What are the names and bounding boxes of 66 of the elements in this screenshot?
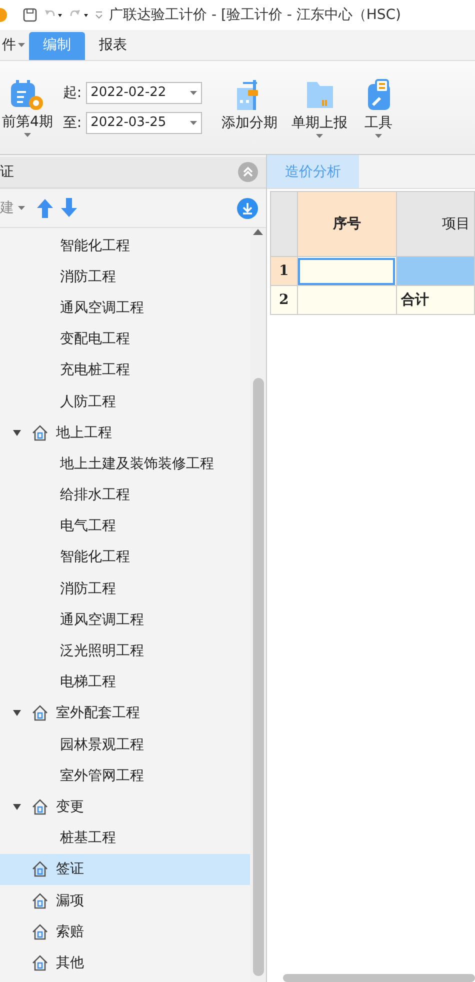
tree-item[interactable]: 智能化工程 [0,230,250,262]
tree-item[interactable]: 给排水工程 [0,480,250,511]
tree-item[interactable]: 变配电工程 [0,324,250,355]
panel-title: 证 [0,163,14,181]
toolbar-button[interactable]: 单期上报 [292,78,348,138]
tree-item[interactable]: 电气工程 [0,510,250,542]
caret-icon [24,132,31,136]
date-label: 至: [62,114,82,132]
tree-item[interactable]: 园林景观工程 [0,729,250,760]
caret-icon [18,206,25,210]
date-label: 起: [62,84,82,102]
customize-icon[interactable] [95,10,103,20]
tree-item[interactable]: 变更 [0,791,250,823]
caret-icon [375,134,382,138]
house-icon [32,705,48,722]
ribbon-tab[interactable]: 报表 [85,32,141,60]
caret-icon [316,134,324,138]
house-icon [32,892,48,909]
tree-item[interactable]: 地上工程 [0,417,250,448]
tree-item[interactable]: 人防工程 [0,386,250,418]
scroll-up-icon[interactable] [253,228,263,236]
collapse-arrow-icon[interactable] [13,709,21,718]
calendar-icon [9,78,46,110]
period-button[interactable]: 前第4期 [2,78,53,136]
row-number: 1 [270,256,298,286]
tree-item[interactable]: 签证 [0,854,250,885]
caret-icon [190,120,197,124]
house-icon [32,954,48,971]
tree-item[interactable]: 桩基工程 [0,822,250,854]
row-number: 2 [270,286,298,314]
tree-item[interactable]: 通风空调工程 [0,604,250,636]
toolbar-button[interactable]: 工具 [362,78,396,138]
tree-item[interactable]: 消防工程 [0,573,250,604]
tree-item[interactable]: 室外配套工程 [0,698,250,729]
date-field[interactable]: 2022-03-25 [86,112,202,134]
tree-item[interactable]: 通风空调工程 [0,292,250,324]
menu-item[interactable]: 件 [0,32,29,60]
date-field[interactable]: 2022-02-22 [86,82,202,104]
tree-item[interactable]: 充电桩工程 [0,354,250,386]
column-header[interactable]: 项目 [396,192,474,256]
toolbar-button[interactable]: 添加分期 [222,78,278,138]
house-icon [32,798,48,815]
move-up-icon[interactable] [37,198,53,218]
download-icon[interactable] [237,198,258,218]
tree-item[interactable]: 泛光照明工程 [0,635,250,667]
tree-item[interactable]: 漏项 [0,884,250,916]
tree-item[interactable]: 索赔 [0,916,250,948]
collapse-arrow-icon[interactable] [13,802,21,811]
tree-item[interactable]: 地上土建及装饰装修工程 [0,448,250,480]
table-cell: 合计 [396,286,474,314]
tree-item[interactable]: 其他 [0,947,250,978]
column-header[interactable]: 序号 [297,192,396,256]
house-icon [32,924,48,940]
tree-item[interactable]: 电梯工程 [0,666,250,698]
collapse-arrow-icon[interactable] [13,428,21,437]
scrollbar[interactable] [283,974,475,982]
save-icon[interactable] [23,8,37,22]
house-icon [32,861,48,878]
move-down-icon[interactable] [61,198,77,218]
tree-item[interactable]: 室外管网工程 [0,760,250,792]
house-icon [32,424,48,441]
window-title: 广联达验工计价 - [验工计价 - 江东中心（HSC) [109,6,402,24]
tree-item[interactable]: 消防工程 [0,261,250,292]
tree-item[interactable]: 智能化工程 [0,542,250,574]
caret-icon [18,43,25,47]
caret-icon [190,90,197,94]
